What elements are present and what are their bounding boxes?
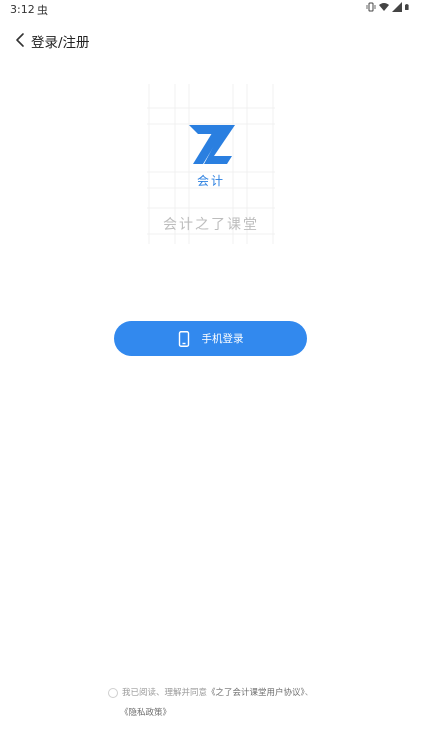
phone-login-button[interactable]: 手机登录 [114,321,307,356]
agreement-separator: 、 [304,688,314,698]
back-arrow-icon[interactable] [12,31,30,49]
agreement-line-2: 《隐私政策》 [120,703,171,724]
phone-login-label: 手机登录 [201,333,244,345]
logo-card: 会计 会计之了课堂 [147,84,275,244]
status-bar: 3:12 虫 [0,0,421,18]
page-title: 登录/注册 [31,35,90,51]
privacy-policy-link[interactable]: 《隐私政策》 [120,708,171,718]
notification-icon: 虫 [37,4,48,17]
agreement-prefix: 我已阅读、理解并同意 [122,688,208,698]
app-name: 会计之了课堂 [163,217,259,233]
signal-icon [392,2,402,12]
vibrate-icon [366,2,376,12]
nav-header: 登录/注册 [0,26,421,54]
wifi-icon [379,3,389,11]
status-time: 3:12 [10,3,35,16]
agree-checkbox[interactable] [108,688,118,698]
user-agreement-link[interactable]: 《之了会计课堂用户协议》 [207,688,305,698]
phone-icon [178,330,189,347]
status-icons [366,2,411,12]
battery-icon [405,4,409,10]
agreement-line-1: 我已阅读、理解并同意《之了会计课堂用户协议》、 [122,683,313,704]
zl-logo-icon [189,125,235,164]
logo-subtitle: 会计 [196,174,225,188]
